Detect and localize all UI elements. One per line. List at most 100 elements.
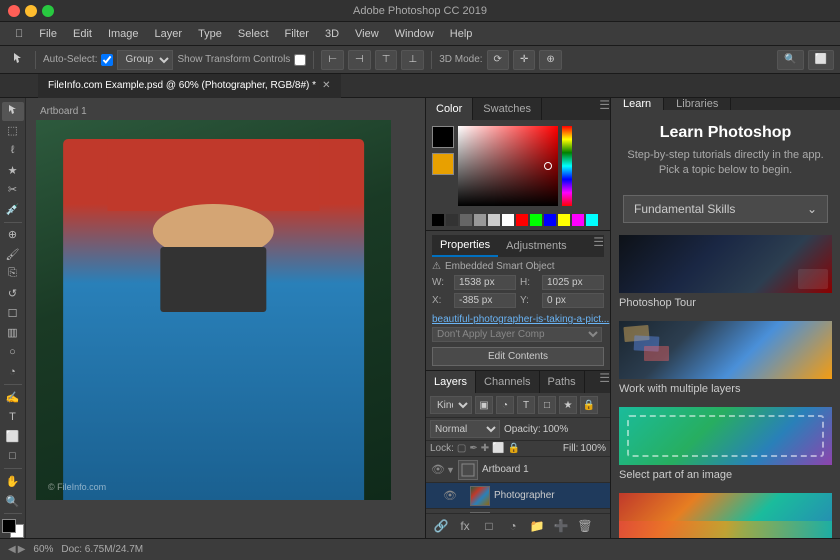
swatch-0[interactable]: [432, 214, 444, 226]
healing-tool[interactable]: ⊕: [2, 225, 24, 244]
auto-select-group-select[interactable]: Group Layer: [117, 50, 173, 70]
channels-tab[interactable]: Channels: [476, 371, 539, 393]
swatches-tab[interactable]: Swatches: [473, 98, 542, 120]
document-tab[interactable]: FileInfo.com Example.psd @ 60% (Photogra…: [38, 74, 341, 98]
add-layer-btn[interactable]: ➕: [552, 517, 570, 535]
menu-ps[interactable]: : [8, 26, 30, 42]
show-transform-checkbox[interactable]: [294, 54, 306, 66]
dodge-tool[interactable]: ◔: [2, 363, 24, 382]
swatch-3[interactable]: [474, 214, 486, 226]
filter-adjust-btn[interactable]: ◔: [496, 396, 514, 414]
canvas-area[interactable]: Artboard 1 © FileInfo.com: [26, 98, 425, 538]
swatch-1[interactable]: [446, 214, 458, 226]
layers-gear[interactable]: ☰: [599, 371, 610, 393]
foreground-color-picker[interactable]: [432, 126, 454, 148]
swatch-2[interactable]: [460, 214, 472, 226]
eraser-tool[interactable]: ☐: [2, 304, 24, 323]
history-brush-tool[interactable]: ↺: [2, 284, 24, 303]
layer-photographer[interactable]: 👁 Photographer: [426, 483, 610, 509]
menu-select[interactable]: Select: [231, 26, 276, 42]
properties-gear[interactable]: ☰: [593, 235, 604, 257]
tab-close-btn[interactable]: ✕: [322, 80, 330, 91]
filter-lock-btn[interactable]: 🔒: [580, 396, 598, 414]
crop-tool[interactable]: ✂: [2, 180, 24, 199]
quick-select-tool[interactable]: ★: [2, 161, 24, 180]
lasso-tool[interactable]: ℓ: [2, 141, 24, 160]
width-input[interactable]: [454, 275, 516, 290]
learn-card-mask[interactable]: Use a layer mask to add an object to an …: [619, 493, 832, 538]
menu-edit[interactable]: Edit: [66, 26, 99, 42]
swatch-11[interactable]: [586, 214, 598, 226]
y-input[interactable]: [542, 293, 604, 308]
file-link[interactable]: beautiful-photographer-is-taking-a-pict.…: [432, 314, 609, 325]
menu-type[interactable]: Type: [191, 26, 229, 42]
filter-smart-btn[interactable]: ★: [559, 396, 577, 414]
swatch-7[interactable]: [530, 214, 542, 226]
path-select-tool[interactable]: ⬜: [2, 427, 24, 446]
status-prev-btn[interactable]: ◀: [8, 544, 16, 555]
gradient-tool[interactable]: ▥: [2, 323, 24, 342]
3d-orbit-btn[interactable]: ⟳: [487, 50, 509, 70]
hand-tool[interactable]: ✋: [2, 472, 24, 491]
layer-vis-photographer[interactable]: 👁: [442, 489, 458, 502]
status-next-btn[interactable]: ▶: [18, 544, 26, 555]
color-tab[interactable]: Color: [426, 98, 473, 120]
paths-tab[interactable]: Paths: [540, 371, 585, 393]
swatch-4[interactable]: [488, 214, 500, 226]
search-btn[interactable]: 🔍: [777, 50, 803, 70]
lock-image-icon[interactable]: ✒: [469, 443, 477, 454]
align-center-btn[interactable]: ⊣: [348, 50, 371, 70]
menu-view[interactable]: View: [348, 26, 386, 42]
auto-select-checkbox[interactable]: [101, 54, 113, 66]
layer-artboard1[interactable]: 👁 ▼ Artboard 1: [426, 457, 610, 483]
menu-3d[interactable]: 3D: [318, 26, 346, 42]
move-tool-btn[interactable]: [6, 49, 28, 71]
properties-tab[interactable]: Properties: [432, 235, 498, 257]
lock-artboard-icon[interactable]: ⬜: [492, 443, 504, 454]
add-mask-btn[interactable]: □: [480, 517, 498, 535]
layer-vis-artboard1[interactable]: 👁: [430, 463, 446, 476]
clone-tool[interactable]: ⎘: [2, 265, 24, 284]
background-color-picker[interactable]: [432, 153, 454, 175]
align-bottom-btn[interactable]: ⊥: [401, 50, 424, 70]
color-panel-gear[interactable]: ☰: [599, 98, 610, 120]
align-left-btn[interactable]: ⊢: [321, 50, 344, 70]
learn-card-layers[interactable]: Work with multiple layers: [619, 321, 832, 399]
marquee-tool[interactable]: ⬚: [2, 122, 24, 141]
learn-card-select[interactable]: Select part of an image: [619, 407, 832, 485]
close-button[interactable]: [8, 5, 20, 17]
add-style-btn[interactable]: fx: [456, 517, 474, 535]
3d-zoom-btn[interactable]: ⊕: [539, 50, 561, 70]
adjustments-tab[interactable]: Adjustments: [498, 235, 575, 257]
swatch-9[interactable]: [558, 214, 570, 226]
minimize-button[interactable]: [25, 5, 37, 17]
layers-tab[interactable]: Layers: [426, 371, 476, 393]
menu-filter[interactable]: Filter: [278, 26, 316, 42]
libraries-tab[interactable]: Libraries: [664, 98, 731, 110]
color-swatches[interactable]: [2, 519, 24, 538]
blur-tool[interactable]: ○: [2, 343, 24, 362]
3d-pan-btn[interactable]: ✛: [513, 50, 535, 70]
menu-image[interactable]: Image: [101, 26, 146, 42]
add-group-btn[interactable]: 📁: [528, 517, 546, 535]
lock-transparent-icon[interactable]: ▢: [457, 443, 466, 454]
align-top-btn[interactable]: ⊤: [375, 50, 398, 70]
filter-kind-select[interactable]: Kind: [430, 396, 472, 414]
filter-pixel-btn[interactable]: ▣: [475, 396, 493, 414]
swatch-5[interactable]: [502, 214, 514, 226]
fundamental-skills-dropdown[interactable]: Fundamental Skills ⌄: [623, 195, 828, 223]
menu-window[interactable]: Window: [388, 26, 441, 42]
learn-card-tour[interactable]: Photoshop Tour: [619, 235, 832, 313]
menu-help[interactable]: Help: [443, 26, 480, 42]
maximize-button[interactable]: [42, 5, 54, 17]
move-tool[interactable]: [2, 102, 24, 121]
filter-shape-btn[interactable]: □: [538, 396, 556, 414]
add-link-btn[interactable]: 🔗: [432, 517, 450, 535]
shape-tool[interactable]: □: [2, 447, 24, 466]
zoom-tool[interactable]: 🔍: [2, 492, 24, 511]
height-input[interactable]: [542, 275, 604, 290]
filter-type-btn[interactable]: T: [517, 396, 535, 414]
color-gradient-box[interactable]: [458, 126, 558, 206]
learn-tab[interactable]: Learn: [611, 98, 664, 110]
swatch-6[interactable]: [516, 214, 528, 226]
